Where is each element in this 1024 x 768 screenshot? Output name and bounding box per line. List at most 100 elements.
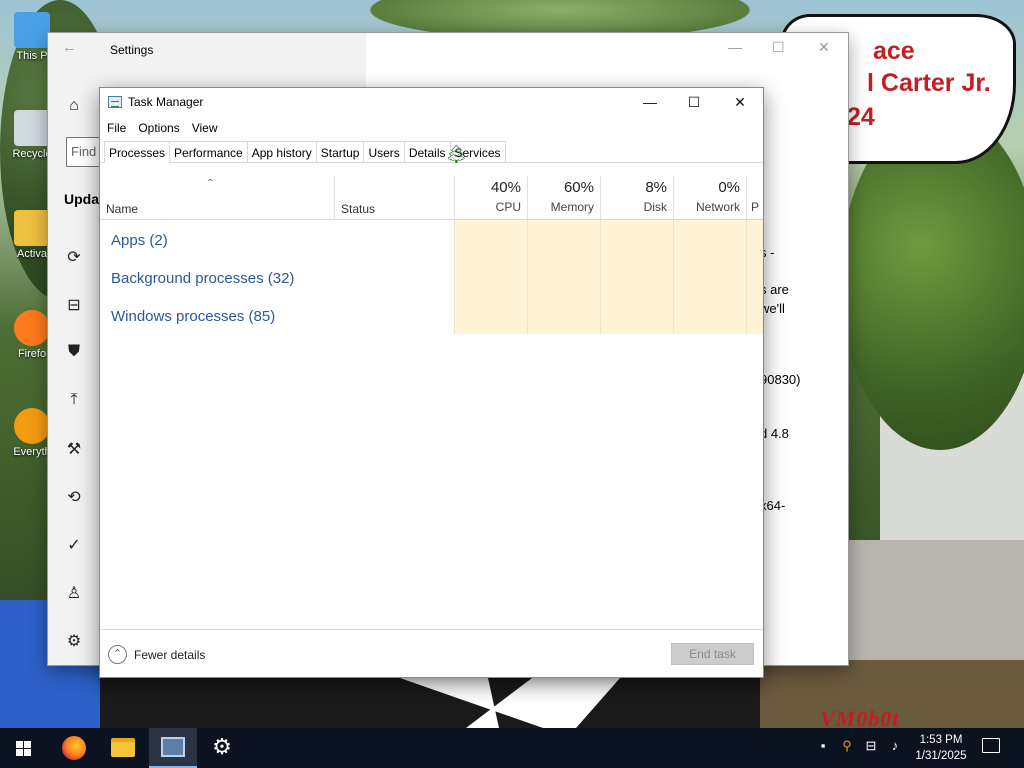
memory-heat-column (527, 220, 600, 334)
bubble-line-2: l Carter Jr. (867, 69, 991, 97)
tab-processes[interactable]: Processes (104, 141, 171, 163)
task-manager-window: Task Manager — ☐ ✕ File Options View Proce… (99, 87, 764, 678)
settings-text-fragment: 90830) (760, 372, 801, 387)
power-heat-column (746, 220, 763, 334)
memory-percent: 60% (563, 179, 594, 196)
column-header-memory[interactable]: 60% Memory (527, 176, 600, 219)
settings-section-heading: Upda (64, 191, 99, 207)
history-icon[interactable]: ⟲ (64, 487, 84, 507)
upload-icon[interactable]: ⤒ (64, 391, 84, 411)
tab-performance[interactable]: Performance (169, 141, 248, 162)
watermark-text: VM0b0t (820, 706, 900, 728)
cpu-percent: 40% (490, 179, 521, 196)
column-header-name[interactable]: ⌃ Name (100, 176, 334, 219)
tab-details[interactable]: Details (403, 141, 451, 162)
cpu-label: CPU (495, 200, 521, 214)
tab-users[interactable]: Users (363, 141, 405, 162)
memory-label: Memory (550, 200, 594, 214)
search-magnifier-icon (14, 408, 50, 444)
taskbar-task-manager[interactable] (149, 728, 197, 768)
clock-date: 1/31/2025 (915, 750, 967, 762)
check-circle-icon[interactable]: ✓ (64, 535, 84, 555)
column-header-status[interactable]: Status (334, 176, 454, 219)
menu-bar: File Options View (100, 118, 763, 138)
column-header-row: ⌃ Name Status 40% CPU 60% Memory 8% Disk… (100, 176, 763, 220)
task-manager-icon (161, 737, 185, 757)
start-button[interactable] (0, 728, 48, 768)
menu-view[interactable]: View (185, 118, 223, 135)
network-icon[interactable]: ⊟ (862, 738, 880, 758)
home-icon[interactable]: ⌂ (64, 97, 84, 117)
settings-icon[interactable]: ⚙ (64, 631, 84, 651)
chevron-up-icon[interactable]: ⌃ (108, 645, 127, 664)
cpu-heat-column (454, 220, 527, 334)
network-percent: 0% (718, 179, 740, 196)
process-list: Apps (2) Background processes (32) Windo… (100, 220, 763, 334)
settings-title: Settings (110, 43, 154, 57)
wrench-icon[interactable]: ⚒ (64, 439, 84, 459)
bubble-line-3: 24 (847, 103, 875, 131)
fewer-details-link[interactable]: Fewer details (134, 648, 205, 662)
recycle-bin-icon (14, 110, 50, 146)
menu-file[interactable]: File (100, 118, 131, 135)
taskbar-firefox[interactable] (50, 728, 98, 768)
tray-app-icon[interactable]: ▪ (814, 738, 832, 758)
column-header-disk[interactable]: 8% Disk (600, 176, 673, 219)
disk-heat-column (600, 220, 673, 334)
end-task-button[interactable]: End task (671, 643, 754, 665)
firefox-icon (62, 736, 86, 760)
christmas-tree-cursor-icon: 🌲︎ (445, 144, 468, 164)
column-name-label: Name (106, 202, 139, 216)
column-header-network[interactable]: 0% Network (673, 176, 746, 219)
clock[interactable]: 1:53 PM 1/31/2025 (906, 732, 976, 764)
task-manager-titlebar[interactable]: Task Manager — ☐ ✕ (100, 88, 763, 116)
delivery-icon[interactable]: ⊟ (64, 295, 84, 315)
settings-text-fragment: s are (760, 282, 789, 297)
gear-icon: ⚙ (212, 734, 232, 759)
monitor-icon (14, 12, 50, 48)
power-label: P (751, 200, 760, 214)
close-button[interactable]: ✕ (717, 88, 763, 116)
bubble-line-1: ace (873, 37, 915, 65)
windows-logo-icon (16, 741, 32, 756)
column-header-cpu[interactable]: 40% CPU (454, 176, 527, 219)
firefox-icon (14, 310, 50, 346)
column-status-label: Status (341, 202, 376, 216)
person-icon[interactable]: ♙ (64, 583, 84, 603)
window-title: Task Manager (128, 95, 204, 109)
menu-options[interactable]: Options (131, 118, 184, 135)
notification-icon[interactable] (982, 738, 1000, 753)
settings-minimize-button[interactable]: — (728, 39, 742, 55)
group-apps[interactable]: Apps (2) (111, 232, 168, 249)
disk-percent: 8% (645, 179, 667, 196)
minimize-button[interactable]: — (627, 88, 673, 116)
taskbar-settings[interactable]: ⚙ (198, 728, 246, 768)
sort-up-icon: ⌃ (206, 178, 215, 189)
settings-text-fragment: d 4.8 (760, 426, 789, 441)
settings-close-button[interactable]: ✕ (818, 39, 830, 56)
group-windows-processes[interactable]: Windows processes (85) (111, 308, 275, 325)
disk-label: Disk (643, 200, 667, 214)
settings-maximize-button[interactable]: ☐ (772, 39, 785, 56)
taskbar: ⚙ ▪ ⚲ ⊟ ♪ 1:53 PM 1/31/2025 (0, 728, 1024, 768)
tab-app-history[interactable]: App history (246, 141, 317, 162)
maximize-button[interactable]: ☐ (671, 88, 717, 116)
column-header-power[interactable]: P (746, 176, 763, 219)
clock-time: 1:53 PM (919, 734, 963, 746)
shield-icon[interactable]: ⛊ (64, 343, 84, 363)
network-heat-column (673, 220, 746, 334)
task-manager-footer: ⌃ Fewer details End task (100, 629, 763, 677)
tray-search-icon[interactable]: ⚲ (838, 738, 856, 758)
refresh-icon[interactable]: ⟳ (64, 247, 84, 267)
group-background-processes[interactable]: Background processes (32) (111, 270, 294, 287)
tab-startup[interactable]: Startup (315, 141, 365, 162)
volume-icon[interactable]: ♪ (886, 738, 904, 758)
task-manager-icon (108, 96, 122, 108)
document-icon (14, 210, 50, 246)
network-label: Network (695, 200, 740, 214)
taskbar-file-explorer[interactable] (99, 728, 147, 768)
tab-underline (100, 162, 763, 163)
back-arrow-icon[interactable]: ← (62, 39, 77, 56)
folder-icon (111, 738, 135, 757)
wallpaper-patio (840, 540, 1024, 670)
